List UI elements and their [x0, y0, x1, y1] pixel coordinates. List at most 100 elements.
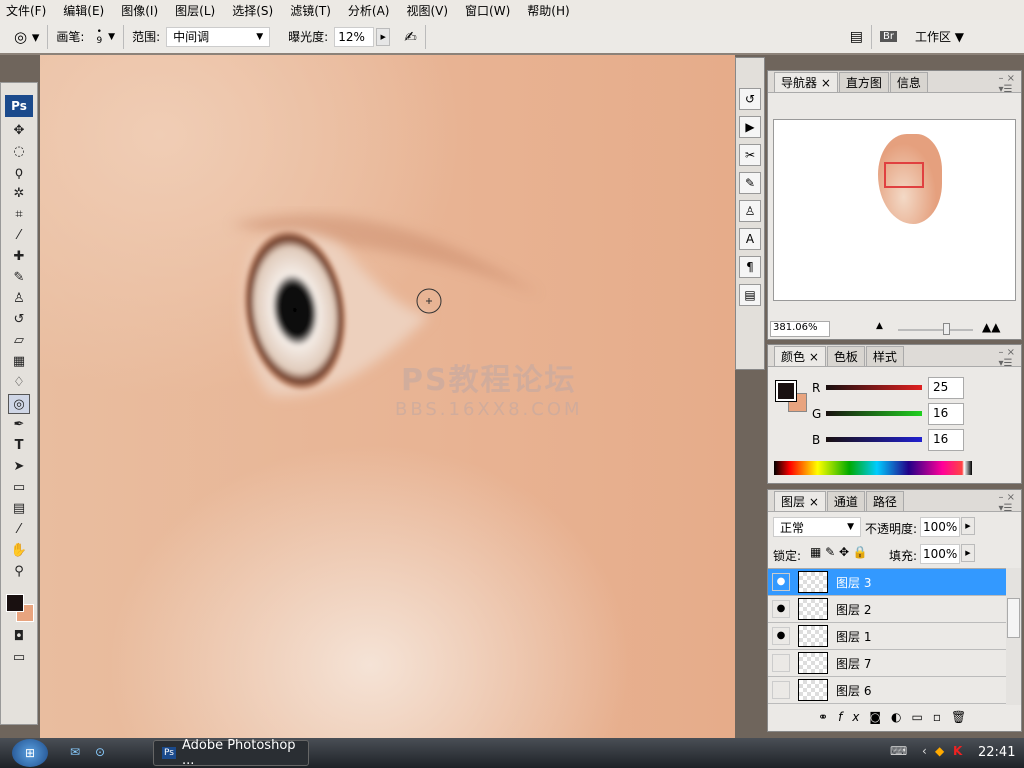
clone-stamp-tool-icon[interactable]: ♙ — [8, 289, 30, 309]
visibility-eye-icon[interactable]: ● — [772, 627, 790, 645]
brush-dropdown-icon[interactable]: ▼ — [108, 32, 115, 42]
blue-input[interactable]: 16 — [928, 429, 964, 451]
tab-navigator[interactable]: 导航器 × — [774, 72, 838, 92]
menu-analysis[interactable]: 分析(A) — [348, 2, 390, 19]
green-input[interactable]: 16 — [928, 403, 964, 425]
tab-paths[interactable]: 路径 — [865, 491, 904, 511]
antivirus-icon[interactable]: K — [953, 744, 962, 758]
tab-color[interactable]: 颜色 × — [774, 346, 826, 366]
keyboard-icon[interactable]: ⌨ — [890, 744, 907, 758]
layer-row[interactable]: 图层 6 — [768, 677, 1006, 704]
actions-panel-icon[interactable]: ▶ — [739, 116, 761, 138]
new-group-icon[interactable]: ▭ — [912, 710, 933, 724]
opacity-input[interactable]: 100% — [920, 517, 960, 537]
layer-row[interactable]: ● 图层 2 — [768, 596, 1006, 623]
tray-app-icon[interactable]: ◆ — [935, 744, 944, 758]
foreground-color-swatch[interactable] — [6, 594, 24, 612]
tab-layers[interactable]: 图层 × — [774, 491, 826, 511]
navigator-view-box[interactable] — [884, 162, 924, 188]
range-select[interactable]: 中间调 ▼ — [166, 26, 271, 47]
gradient-tool-icon[interactable]: ▦ — [8, 352, 30, 372]
palette-well-icon[interactable]: ▤ — [850, 29, 863, 45]
layer-row[interactable]: ● 图层 3 — [768, 569, 1006, 596]
fill-input[interactable]: 100% — [920, 544, 960, 564]
panel-menu-icon[interactable]: – × ▾☰ — [998, 492, 1015, 514]
menu-help[interactable]: 帮助(H) — [527, 2, 569, 19]
magic-wand-tool-icon[interactable]: ✲ — [8, 184, 30, 204]
zoom-in-icon[interactable]: ▲▲ — [982, 320, 1000, 334]
paragraph-panel-icon[interactable]: ¶ — [739, 256, 761, 278]
healing-brush-tool-icon[interactable]: ✚ — [8, 247, 30, 267]
visibility-eye-icon[interactable]: ● — [772, 600, 790, 618]
brush-tool-icon[interactable]: ✎ — [8, 268, 30, 288]
fill-slider-button[interactable]: ▶ — [961, 544, 975, 562]
tab-swatches[interactable]: 色板 — [826, 346, 865, 366]
link-layers-icon[interactable]: ⚭ — [818, 710, 838, 724]
exposure-slider-button[interactable]: ▶ — [376, 27, 391, 46]
opacity-slider-button[interactable]: ▶ — [961, 517, 975, 535]
screen-mode-icon[interactable]: ▭ — [8, 648, 30, 668]
add-mask-icon[interactable]: ◙ — [869, 710, 891, 724]
visibility-eye-icon[interactable]: ● — [772, 573, 790, 591]
pen-tool-icon[interactable]: ✒ — [8, 415, 30, 435]
history-panel-icon[interactable]: ↺ — [739, 88, 761, 110]
clone-source-icon[interactable]: ♙ — [739, 200, 761, 222]
tray-expand-icon[interactable]: ‹ — [922, 744, 927, 758]
quick-mask-icon[interactable]: ◘ — [8, 627, 30, 647]
layer-row[interactable]: ● 图层 1 — [768, 623, 1006, 650]
character-panel-icon[interactable]: A — [739, 228, 761, 250]
navigator-zoom-slider[interactable] — [898, 323, 973, 335]
document-canvas[interactable]: PS教程论坛 BBS.16XX8.COM — [40, 55, 735, 738]
history-brush-tool-icon[interactable]: ↺ — [8, 310, 30, 330]
move-tool-icon[interactable]: ✥ — [8, 121, 30, 141]
visibility-toggle[interactable] — [772, 681, 790, 699]
navigator-zoom-input[interactable]: 381.06% — [770, 321, 830, 337]
airbrush-icon[interactable]: ✍ — [404, 28, 417, 46]
menu-image[interactable]: 图像(I) — [121, 2, 158, 19]
dodge-tool-icon[interactable]: ◎ — [8, 394, 30, 414]
tool-presets-icon[interactable]: ✂ — [739, 144, 761, 166]
zoom-out-icon[interactable]: ▲ — [876, 321, 883, 331]
panel-menu-icon[interactable]: – × ▾☰ — [998, 73, 1015, 95]
quicklaunch-icon[interactable]: ⊙ — [95, 745, 105, 759]
hand-tool-icon[interactable]: ✋ — [8, 541, 30, 561]
shape-tool-icon[interactable]: ▭ — [8, 478, 30, 498]
tab-styles[interactable]: 样式 — [865, 346, 904, 366]
bridge-icon[interactable]: Br — [879, 31, 897, 42]
clock[interactable]: 22:41 — [978, 745, 1015, 760]
start-button[interactable]: ⊞ — [12, 739, 48, 767]
exposure-input[interactable]: 12% — [334, 26, 375, 47]
menu-select[interactable]: 选择(S) — [232, 2, 273, 19]
menu-file[interactable]: 文件(F) — [6, 2, 46, 19]
green-slider[interactable] — [826, 411, 922, 416]
tab-channels[interactable]: 通道 — [826, 491, 865, 511]
color-foreground-swatch[interactable] — [775, 380, 797, 402]
red-slider[interactable] — [826, 385, 922, 390]
layer-comps-icon[interactable]: ▤ — [739, 284, 761, 306]
lasso-tool-icon[interactable]: ϙ — [8, 163, 30, 183]
layer-style-icon[interactable]: fx — [838, 710, 869, 724]
blue-slider[interactable] — [826, 437, 922, 442]
menu-edit[interactable]: 编辑(E) — [63, 2, 104, 19]
tab-histogram[interactable]: 直方图 — [838, 72, 889, 92]
visibility-toggle[interactable] — [772, 654, 790, 672]
dodge-tool-preset-icon[interactable]: ◎ ▾ — [14, 28, 39, 46]
delete-layer-icon[interactable]: 🗑 — [951, 710, 976, 724]
panel-menu-icon[interactable]: – × ▾☰ — [998, 347, 1015, 369]
crop-tool-icon[interactable]: ⌗ — [8, 205, 30, 225]
type-tool-icon[interactable]: T — [8, 436, 30, 456]
brush-picker[interactable]: • 9 — [96, 27, 102, 46]
new-layer-icon[interactable]: ▫ — [933, 710, 951, 724]
menu-view[interactable]: 视图(V) — [406, 2, 448, 19]
tab-info[interactable]: 信息 — [889, 72, 928, 92]
blur-tool-icon[interactable]: ♢ — [8, 373, 30, 393]
menu-filter[interactable]: 滤镜(T) — [290, 2, 331, 19]
blend-mode-select[interactable]: 正常 ▼ — [773, 517, 861, 537]
workspace-menu[interactable]: 工作区 ▼ — [915, 28, 964, 45]
color-swatches[interactable] — [1, 586, 37, 626]
color-spectrum-bar[interactable] — [774, 461, 972, 475]
layers-scrollbar[interactable] — [1006, 568, 1021, 705]
navigator-preview[interactable] — [773, 119, 1016, 301]
lock-icons[interactable]: ▦ ✎ ✥ 🔒 — [810, 545, 868, 559]
menu-layer[interactable]: 图层(L) — [175, 2, 215, 19]
